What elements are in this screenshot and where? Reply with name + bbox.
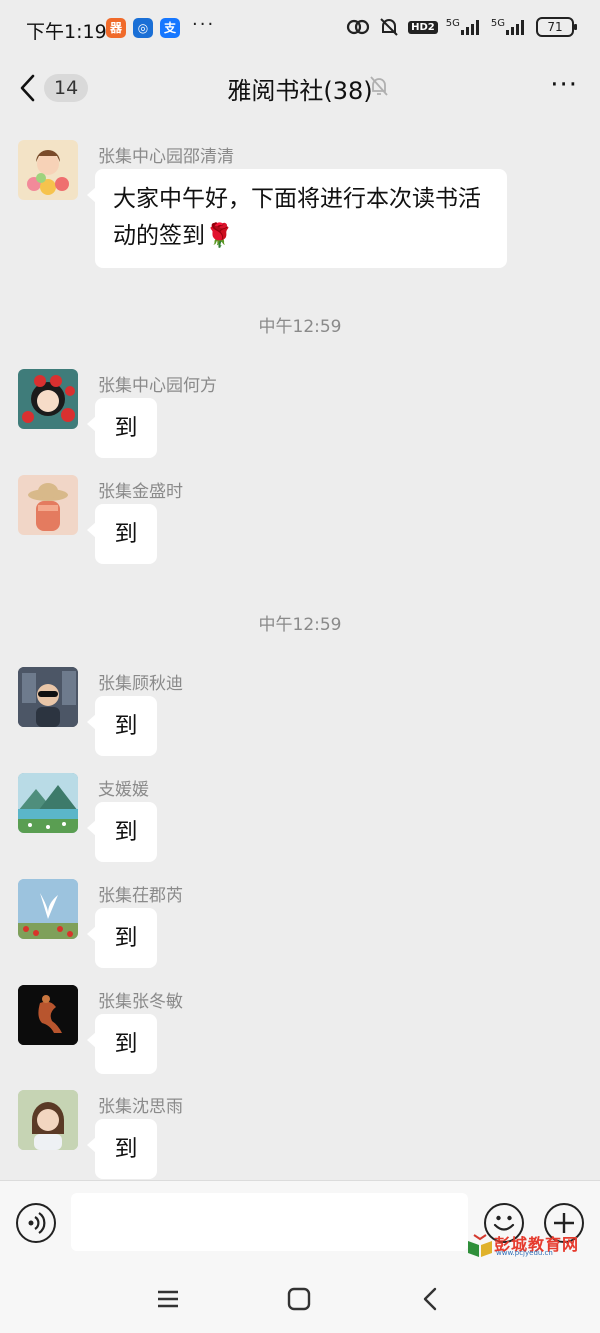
more-notifications-icon: ··· [192, 14, 216, 35]
sender-name: 支媛媛 [98, 780, 149, 800]
timestamp: 中午12:59 [258, 317, 342, 337]
message-input[interactable] [71, 1193, 468, 1251]
hd-badge: HD2 [408, 20, 438, 34]
girl-photo-avatar[interactable] [18, 1090, 78, 1150]
sender-name: 张集顾秋迪 [98, 674, 183, 694]
message-bubble[interactable]: 到 [87, 1014, 157, 1074]
system-nav-bar [0, 1264, 600, 1333]
dove-avatar[interactable] [18, 879, 78, 939]
signal-bars-icon [506, 20, 524, 35]
alipay-icon: 支 [160, 18, 180, 38]
red-flower-girl-avatar[interactable] [18, 369, 78, 429]
sender-name: 张集张冬敏 [98, 992, 183, 1012]
status-indicators: HD2 5G 5G 71 [346, 16, 577, 38]
sender-name: 张集金盛时 [98, 482, 183, 502]
book-logo-icon [468, 1234, 492, 1257]
mute-bell-icon [370, 76, 388, 96]
signal-bars-icon [460, 20, 479, 35]
message-bubble[interactable]: 到 [87, 696, 157, 756]
message-bubble[interactable]: 到 [87, 1119, 157, 1179]
voice-icon [28, 1212, 46, 1234]
straw-hat-avatar[interactable] [18, 475, 78, 535]
menu-icon[interactable] [153, 1284, 183, 1314]
status-bar: 下午1:19 器 ◎ 支 ··· HD2 5G 5G 71 [0, 0, 600, 58]
message-bubble[interactable]: 到 [87, 908, 157, 968]
status-time: 下午1:19 [26, 21, 107, 43]
message-bubble[interactable]: 大家中午好，下面将进行本次读书活动的签到🌹 [87, 169, 507, 268]
chat-header: 14 雅阅书社(38) ··· [0, 58, 600, 120]
watermark-logo: 彭城教育网 www.pcjyedu.cn [466, 1231, 582, 1261]
timestamp: 中午12:59 [258, 615, 342, 635]
orange-app-icon: 器 [106, 18, 126, 38]
back-nav-icon[interactable] [416, 1284, 446, 1314]
flowers-girl-avatar[interactable] [18, 140, 78, 200]
battery-indicator: 71 [536, 17, 577, 37]
sender-name: 张集中心园邵清清 [98, 147, 234, 167]
message-bubble[interactable]: 到 [87, 802, 157, 862]
dancer-avatar[interactable] [18, 985, 78, 1045]
signal-2: 5G [491, 19, 528, 35]
sender-name: 张集中心园何方 [98, 376, 217, 396]
signal-1: 5G [446, 19, 483, 35]
sender-name: 张集沈思雨 [98, 1097, 183, 1117]
more-options-button[interactable]: ··· [550, 70, 578, 100]
input-bar: 彭城教育网 www.pcjyedu.cn [0, 1180, 600, 1264]
message-bubble[interactable]: 到 [87, 398, 157, 458]
voice-input-button[interactable] [16, 1203, 56, 1243]
link-icon [347, 19, 370, 35]
silent-bell-icon [380, 18, 398, 36]
chat-title: 雅阅书社(38) [227, 77, 373, 105]
watermark-url: www.pcjyedu.cn [496, 1249, 553, 1257]
sender-name: 张集茌郡芮 [98, 886, 183, 906]
home-icon[interactable] [284, 1284, 314, 1314]
child-photo-avatar[interactable] [18, 667, 78, 727]
landscape-avatar[interactable] [18, 773, 78, 833]
message-bubble[interactable]: 到 [87, 504, 157, 564]
blue-app-icon: ◎ [133, 18, 153, 38]
